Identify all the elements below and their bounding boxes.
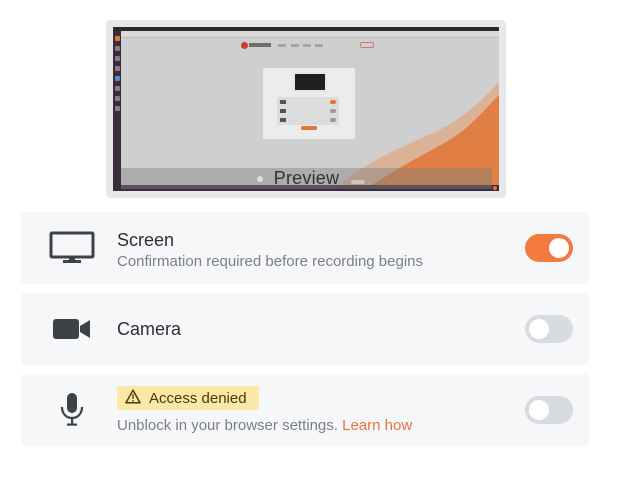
video-camera-icon — [43, 293, 101, 365]
site-logo — [241, 42, 271, 49]
screen-subtitle: Confirmation required before recording b… — [117, 253, 424, 270]
warning-icon — [125, 388, 141, 408]
camera-title: Camera — [117, 319, 182, 339]
monitor-icon — [43, 212, 101, 284]
microphone-icon — [43, 374, 101, 446]
preview-screen-thumbnail: Preview — [113, 27, 499, 191]
camera-toggle[interactable] — [525, 315, 573, 343]
microphone-subtitle: Unblock in your browser settings. Learn … — [117, 417, 412, 434]
camera-source-row: Camera — [21, 293, 589, 365]
preview-label: Preview — [121, 168, 492, 189]
mini-recorder-card — [263, 68, 355, 139]
access-denied-badge: Access denied — [117, 386, 259, 410]
screen-title: Screen — [117, 230, 175, 250]
screen-toggle[interactable] — [525, 234, 573, 262]
screen-source-row: Screen Confirmation required before reco… — [21, 212, 589, 284]
microphone-source-row: Access denied Unblock in your browser se… — [21, 374, 589, 446]
microphone-toggle[interactable] — [525, 396, 573, 424]
preview-panel: Preview — [106, 20, 506, 198]
dock-sidebar — [113, 31, 121, 191]
badge-text: Access denied — [149, 389, 247, 407]
microphone-subtitle-text: Unblock in your browser settings. — [117, 417, 338, 434]
learn-how-link[interactable]: Learn how — [342, 417, 412, 434]
